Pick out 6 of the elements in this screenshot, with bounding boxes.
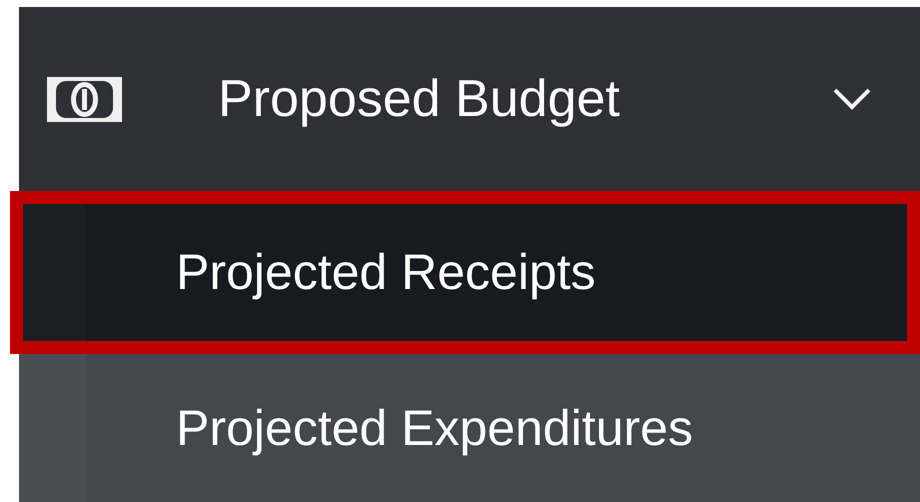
menu-header[interactable]: Proposed Budget bbox=[19, 7, 920, 191]
chevron-icon bbox=[832, 87, 872, 111]
menu-title: Proposed Budget bbox=[218, 69, 620, 130]
submenu-item[interactable]: Projected Receipts bbox=[10, 191, 920, 354]
submenu-item[interactable]: Projected Expenditures bbox=[19, 354, 920, 502]
money-bill-icon bbox=[45, 74, 124, 124]
